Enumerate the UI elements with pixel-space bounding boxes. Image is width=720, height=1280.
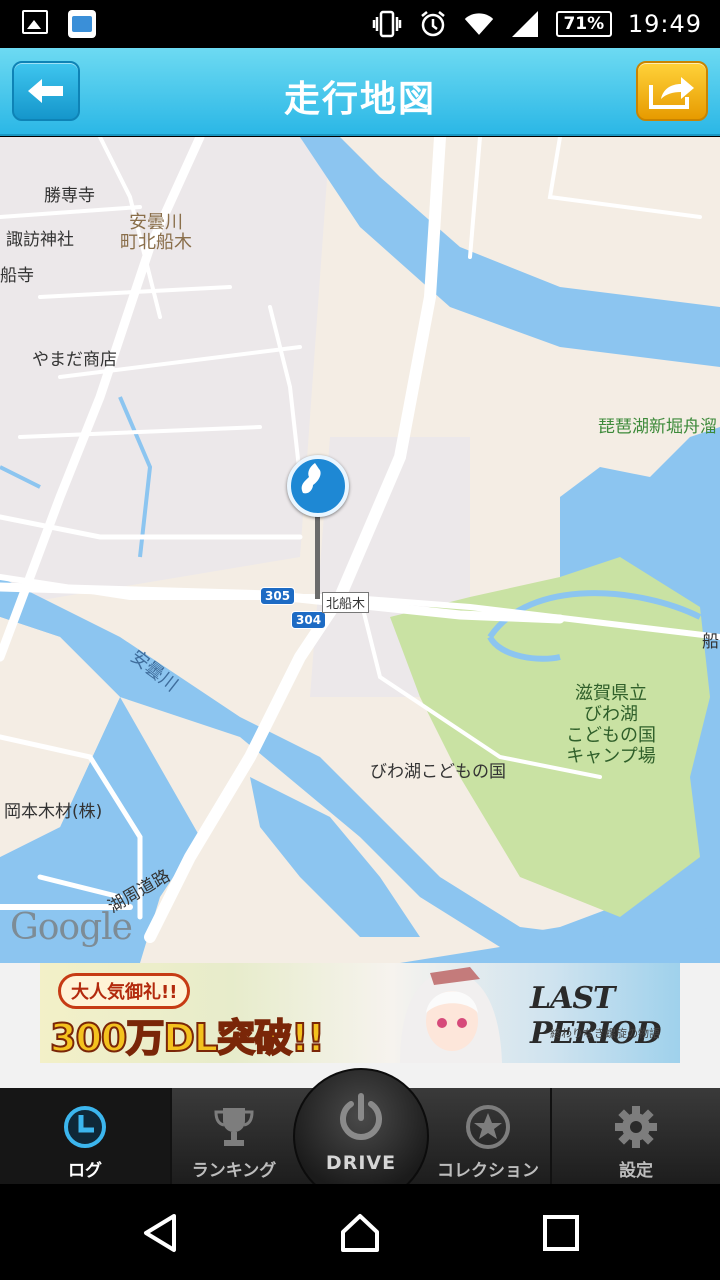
map-label-park-line4: キャンプ場	[566, 746, 656, 767]
station-label: 北船木	[322, 592, 370, 613]
map-label-park-line2: びわ湖	[584, 704, 638, 725]
google-logo: Google	[10, 907, 133, 948]
arrow-left-icon	[28, 79, 63, 103]
clock: 19:49	[627, 10, 702, 38]
clock-icon	[64, 1106, 106, 1148]
ad-headline: 300万DL突破!!	[49, 1015, 326, 1061]
power-icon	[340, 1093, 382, 1140]
wifi-icon	[464, 9, 494, 39]
map-label-yamada-shop: やまだ商店	[32, 350, 117, 370]
map-label-park-line3: こどもの国	[566, 725, 656, 746]
tab-ranking[interactable]: ランキング	[172, 1088, 296, 1184]
anime-character-illustration	[400, 967, 502, 1063]
ad-subtitle: 終わりなき螺旋の物語	[550, 1027, 660, 1040]
map-canvas	[0, 137, 720, 963]
route-305-badge: 305	[260, 587, 296, 605]
tab-settings-label: 設定	[619, 1161, 653, 1181]
map-label-park-line1: 滋賀県立	[575, 683, 647, 704]
trophy-icon	[214, 1108, 254, 1146]
drive-label: DRIVE	[325, 1152, 397, 1174]
back-triangle-icon[interactable]	[140, 1212, 182, 1254]
map-label-harbor: 琵琶湖新堀舟溜	[598, 417, 717, 437]
tab-log[interactable]: ログ	[0, 1088, 170, 1184]
signal-icon	[510, 9, 540, 39]
gear-icon	[615, 1106, 657, 1148]
home-icon[interactable]	[339, 1212, 381, 1254]
share-button[interactable]	[636, 61, 708, 121]
ad-banner[interactable]: 大人気御礼!! 300万DL突破!! LAST PERIOD 終わりなき螺旋の物…	[40, 963, 680, 1063]
tab-log-label: ログ	[68, 1161, 102, 1181]
system-nav-bar	[0, 1184, 720, 1280]
route-304-badge: 304	[291, 611, 327, 629]
pin-stem	[315, 515, 320, 599]
title-bar: 走行地図	[0, 48, 720, 136]
map-label-okamoto: 岡本木材(株)	[4, 802, 103, 822]
share-arrow-icon	[649, 77, 694, 109]
tab-collection[interactable]: コレクション	[426, 1088, 550, 1184]
app-notification-icon	[68, 10, 96, 38]
star-medal-icon	[466, 1105, 510, 1149]
map-view[interactable]: 勝専寺 諏訪神社 船寺 やまだ商店 安曇川 町北船木 琵琶湖新堀舟溜 安曇川 3…	[0, 137, 720, 963]
image-icon	[22, 10, 48, 34]
ad-pill-text: 大人気御礼!!	[58, 973, 191, 1009]
map-label-funadera: 船寺	[0, 266, 34, 286]
map-label-shosenji: 勝専寺	[44, 186, 95, 206]
back-button[interactable]	[12, 61, 80, 121]
vibrate-icon	[372, 9, 402, 39]
map-label-fune: 船	[702, 632, 719, 652]
battery-level: 71%	[555, 11, 612, 37]
map-label-park: 滋賀県立 びわ湖 こどもの国 キャンプ場	[566, 683, 656, 767]
tab-collection-label: コレクション	[437, 1161, 539, 1181]
bottom-tab-bar: ログ ランキング DRIVE コレクション 設定	[0, 1068, 720, 1204]
recents-icon[interactable]	[540, 1212, 582, 1254]
map-label-town-line2: 町北船木	[120, 232, 192, 253]
location-pin[interactable]	[287, 455, 349, 517]
tab-ranking-label: ランキング	[191, 1161, 277, 1181]
status-bar: 71% 19:49	[0, 0, 720, 48]
alarm-icon	[418, 9, 448, 39]
map-label-kodomo: びわ湖こどもの国	[370, 762, 506, 782]
lake-biwa-icon	[301, 463, 321, 494]
map-label-town: 安曇川 町北船木	[120, 213, 192, 253]
tab-settings[interactable]: 設定	[552, 1088, 720, 1184]
page-title: 走行地図	[283, 79, 436, 120]
battery-icon: 71%	[555, 11, 612, 37]
map-label-suwa-shrine: 諏訪神社	[6, 230, 74, 250]
map-label-town-line1: 安曇川	[129, 212, 183, 233]
